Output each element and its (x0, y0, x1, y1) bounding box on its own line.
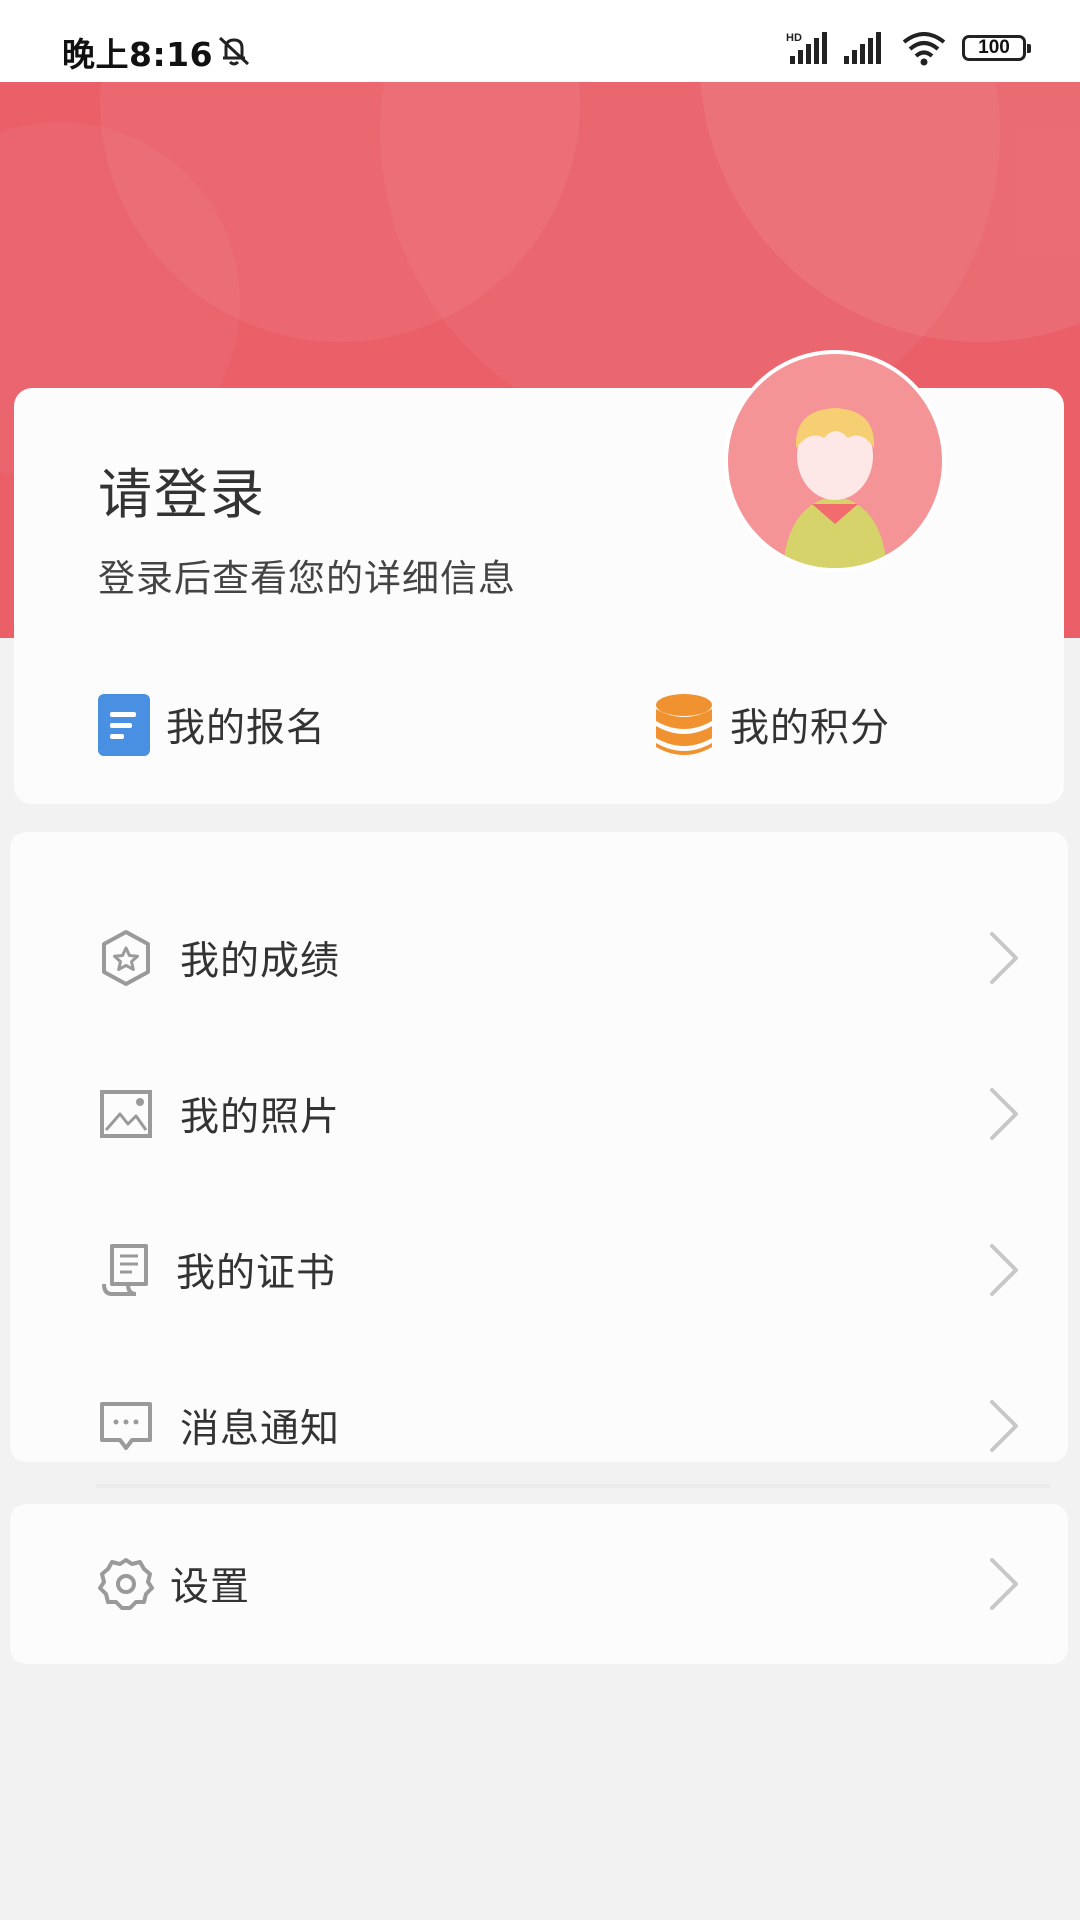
document-icon (98, 694, 150, 756)
chevron-right-icon (990, 1400, 1018, 1452)
my-points-label: 我的积分 (730, 706, 891, 751)
default-avatar-icon (783, 408, 887, 568)
certificate-icon (102, 1244, 148, 1296)
battery-icon: 100 (962, 35, 1031, 61)
quick-links: 我的报名 我的积分 (14, 680, 1064, 770)
badge-star-icon (102, 930, 150, 986)
chevron-right-icon (990, 1088, 1018, 1140)
menu-item-scores[interactable]: 我的成绩 (10, 888, 1068, 1028)
my-points-button[interactable]: 我的积分 (654, 680, 890, 770)
status-time: 晚上8:16 (62, 35, 214, 74)
battery-level: 100 (978, 37, 1010, 58)
settings-section: 设置 (10, 1504, 1068, 1664)
coins-icon (656, 694, 712, 755)
section-divider (96, 1484, 1050, 1488)
photo-icon (100, 1090, 152, 1138)
hd-signal-icon: HD (786, 32, 827, 64)
status-indicators: HD 100 (786, 28, 1031, 68)
svg-text:HD: HD (786, 32, 802, 44)
menu-list: 我的成绩 我的照片 我的证书 消息通知 (10, 832, 1068, 1462)
menu-item-label: 我的证书 (176, 1251, 337, 1296)
menu-item-label: 设置 (170, 1565, 251, 1610)
status-bar: 晚上8:16 HD 100 (0, 0, 1080, 82)
menu-item-certificates[interactable]: 我的证书 (10, 1200, 1068, 1340)
chevron-right-icon (990, 932, 1018, 984)
menu-item-notifications[interactable]: 消息通知 (10, 1356, 1068, 1496)
avatar[interactable] (724, 350, 946, 572)
mute-icon (218, 36, 250, 66)
menu-item-label: 我的照片 (180, 1095, 341, 1140)
chevron-right-icon (990, 1244, 1018, 1296)
menu-item-settings[interactable]: 设置 (10, 1514, 1068, 1654)
menu-item-label: 我的成绩 (180, 939, 341, 984)
login-title[interactable]: 请登录 (98, 450, 266, 529)
my-signup-button[interactable]: 我的报名 (98, 680, 326, 770)
signal-icon (844, 32, 881, 64)
message-icon (100, 1402, 152, 1450)
wifi-icon (902, 32, 946, 66)
menu-item-label: 消息通知 (180, 1407, 341, 1452)
chevron-right-icon (990, 1558, 1018, 1610)
my-signup-label: 我的报名 (166, 706, 327, 751)
menu-item-photos[interactable]: 我的照片 (10, 1044, 1068, 1184)
login-subtitle: 登录后查看您的详细信息 (98, 557, 516, 600)
gear-icon (98, 1558, 154, 1610)
